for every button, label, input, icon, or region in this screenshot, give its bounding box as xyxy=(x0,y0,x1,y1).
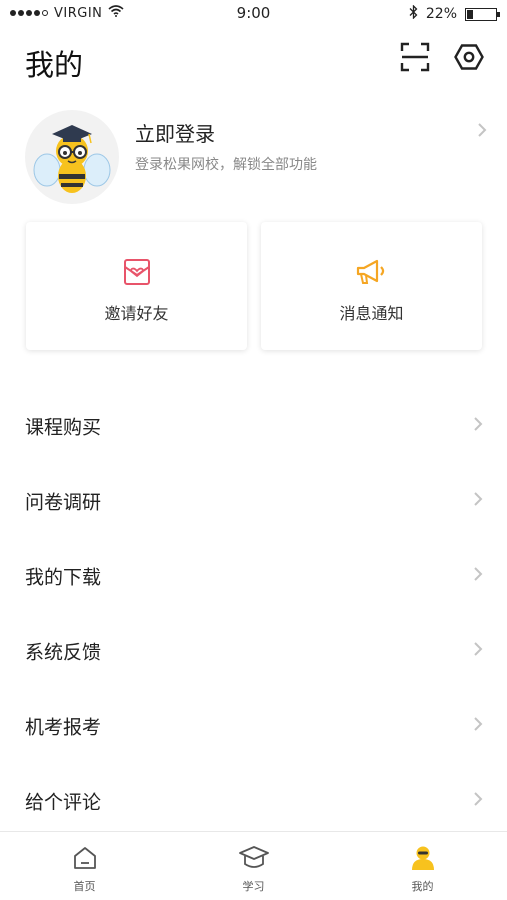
menu-item-exam-registration[interactable]: 机考报考 xyxy=(0,688,507,763)
tab-mine[interactable]: 我的 xyxy=(338,832,507,900)
megaphone-icon xyxy=(356,259,384,284)
chevron-right-icon xyxy=(473,566,483,586)
chevron-right-icon xyxy=(473,416,483,436)
login-subtitle: 登录松果网校，解锁全部功能 xyxy=(135,157,317,173)
status-bar: VIRGIN 9:00 22% xyxy=(0,0,507,28)
menu-item-label: 课程购买 xyxy=(25,416,102,438)
scan-icon xyxy=(400,42,430,76)
tab-icon-wrap xyxy=(338,844,507,872)
graduation-cap-icon xyxy=(238,846,269,868)
menu-item-label: 系统反馈 xyxy=(25,641,102,663)
tab-label: 学习 xyxy=(242,880,265,893)
battery-icon xyxy=(465,7,500,21)
tab-bar: 首页 学习 我的 xyxy=(0,831,507,900)
tab-label: 我的 xyxy=(411,880,434,893)
menu-item-label: 问卷调研 xyxy=(25,491,102,513)
tab-icon-wrap xyxy=(0,844,169,872)
chevron-right-icon xyxy=(473,791,483,811)
chevron-right-icon xyxy=(473,641,483,661)
heart-letter-icon xyxy=(123,259,150,285)
bee-mascot-avatar xyxy=(33,125,111,193)
bluetooth-icon xyxy=(409,4,418,23)
invite-friends-label: 邀请好友 xyxy=(104,304,169,323)
avatar[interactable] xyxy=(25,110,119,204)
login-title[interactable]: 立即登录 xyxy=(135,118,215,147)
menu-item-label: 给个评论 xyxy=(25,791,102,813)
settings-icon xyxy=(454,42,484,76)
status-right: 22% xyxy=(409,4,500,23)
home-icon xyxy=(73,847,96,869)
tab-label: 首页 xyxy=(73,880,96,893)
menu-item-rate-app[interactable]: 给个评论 xyxy=(0,763,507,838)
chevron-right-icon xyxy=(473,491,483,511)
menu-item-my-downloads[interactable]: 我的下载 xyxy=(0,538,507,613)
tab-icon-wrap xyxy=(169,844,338,872)
battery-percent: 22% xyxy=(425,6,457,22)
chevron-right-icon xyxy=(477,122,487,142)
tab-study[interactable]: 学习 xyxy=(169,832,338,900)
page-title: 我的 xyxy=(25,48,84,82)
tab-home[interactable]: 首页 xyxy=(0,832,169,900)
card-icon-wrap xyxy=(26,258,247,286)
user-icon xyxy=(411,846,434,870)
menu-item-course-purchase[interactable]: 课程购买 xyxy=(0,388,507,463)
login-entry[interactable]: 立即登录 登录松果网校，解锁全部功能 xyxy=(25,110,495,206)
settings-button[interactable] xyxy=(452,42,486,76)
notifications-label: 消息通知 xyxy=(339,304,404,323)
chevron-right-icon xyxy=(473,716,483,736)
menu-item-survey[interactable]: 问卷调研 xyxy=(0,463,507,538)
scan-button[interactable] xyxy=(398,42,432,76)
menu-item-label: 机考报考 xyxy=(25,716,102,738)
card-icon-wrap xyxy=(261,258,482,286)
notifications-card[interactable]: 消息通知 xyxy=(261,222,482,350)
menu-item-label: 我的下载 xyxy=(25,566,102,588)
menu-item-feedback[interactable]: 系统反馈 xyxy=(0,613,507,688)
invite-friends-card[interactable]: 邀请好友 xyxy=(26,222,247,350)
